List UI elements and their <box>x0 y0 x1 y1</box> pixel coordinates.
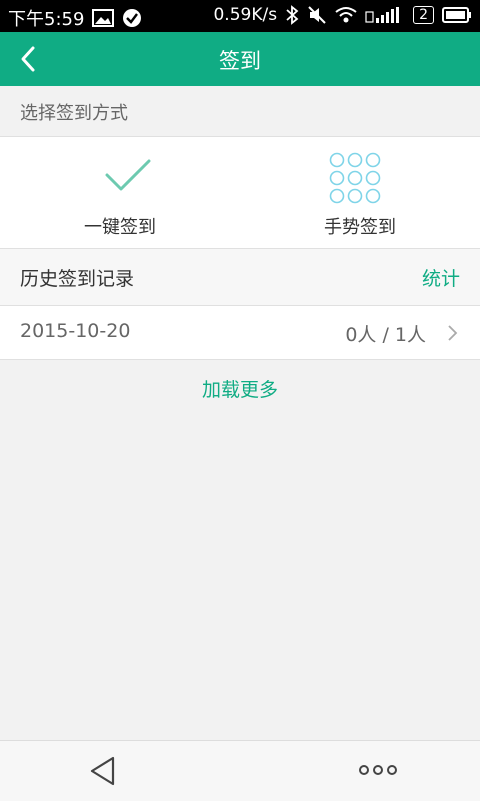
stats-link[interactable]: 统计 <box>422 264 460 291</box>
battery-icon <box>442 7 471 23</box>
signal-icon <box>365 7 400 23</box>
choose-method-label: 选择签到方式 <box>20 103 128 124</box>
checkmark-icon <box>105 159 151 191</box>
history-header: 历史签到记录 统计 <box>0 249 480 306</box>
sim-badge: 2 <box>413 6 434 24</box>
gesture-signin-button[interactable]: 手势签到 <box>240 137 480 248</box>
chevron-right-icon <box>448 325 458 341</box>
one-click-signin-label: 一键签到 <box>84 217 156 238</box>
more-options-icon[interactable] <box>358 763 398 777</box>
history-record-row[interactable]: 2015-10-20 0人 / 1人 <box>0 306 480 360</box>
app-header: 签到 <box>0 32 480 86</box>
nav-back-icon[interactable] <box>88 755 118 787</box>
page-title: 签到 <box>219 49 261 73</box>
check-circle-icon <box>123 9 142 27</box>
gesture-signin-label: 手势签到 <box>324 217 396 238</box>
status-time: 下午5:59 <box>8 9 85 30</box>
network-speed: 0.59K/s <box>213 5 278 25</box>
record-count: 0人 / 1人 <box>345 324 426 346</box>
system-nav-bar <box>0 740 480 801</box>
image-icon <box>92 9 115 27</box>
wifi-icon <box>335 7 357 23</box>
history-title: 历史签到记录 <box>20 268 135 290</box>
one-click-signin-button[interactable]: 一键签到 <box>0 137 240 248</box>
bluetooth-icon <box>286 5 299 25</box>
gesture-grid-icon <box>329 152 381 204</box>
mute-icon <box>308 6 326 24</box>
record-date: 2015-10-20 <box>20 320 131 342</box>
signin-methods-panel: 一键签到 手势签到 <box>0 136 480 249</box>
status-bar: 下午5:59 0.59K/s 2 <box>0 0 480 32</box>
load-more-button[interactable]: 加载更多 <box>0 375 480 402</box>
